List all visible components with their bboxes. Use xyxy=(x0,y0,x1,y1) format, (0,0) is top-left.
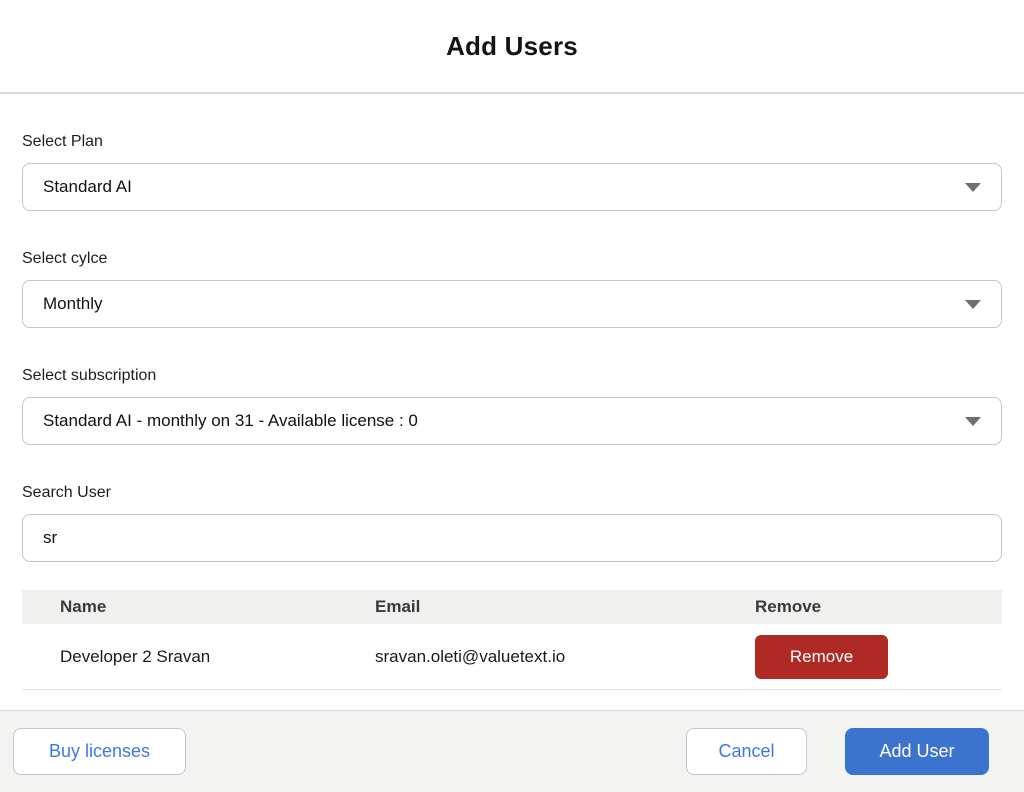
field-group-plan: Select Plan Standard AI xyxy=(22,132,1002,211)
chevron-down-icon xyxy=(965,417,981,426)
user-name-cell: Developer 2 Sravan xyxy=(22,647,375,667)
search-user-input[interactable] xyxy=(22,514,1002,562)
select-cycle-label: Select cylce xyxy=(22,249,1002,268)
user-remove-cell: Remove xyxy=(755,635,1002,679)
chevron-down-icon xyxy=(965,300,981,309)
select-plan-value: Standard AI xyxy=(43,177,132,197)
table-row: Developer 2 Sravan sravan.oleti@valuetex… xyxy=(22,624,1002,690)
dialog-title: Add Users xyxy=(446,31,578,62)
select-cycle-dropdown[interactable]: Monthly xyxy=(22,280,1002,328)
dialog-body: Select Plan Standard AI Select cylce Mon… xyxy=(0,94,1024,710)
field-group-cycle: Select cylce Monthly xyxy=(22,249,1002,328)
remove-user-button[interactable]: Remove xyxy=(755,635,888,679)
select-plan-dropdown[interactable]: Standard AI xyxy=(22,163,1002,211)
user-table: Name Email Remove Developer 2 Sravan sra… xyxy=(22,590,1002,690)
add-user-button[interactable]: Add User xyxy=(845,728,989,775)
select-subscription-dropdown[interactable]: Standard AI - monthly on 31 - Available … xyxy=(22,397,1002,445)
cancel-button[interactable]: Cancel xyxy=(686,728,807,775)
field-group-subscription: Select subscription Standard AI - monthl… xyxy=(22,366,1002,445)
select-subscription-label: Select subscription xyxy=(22,366,1002,385)
dialog-header: Add Users xyxy=(0,0,1024,94)
column-header-remove: Remove xyxy=(755,597,1002,617)
select-cycle-value: Monthly xyxy=(43,294,103,314)
dialog-footer: Buy licenses Cancel Add User xyxy=(0,710,1024,792)
select-subscription-value: Standard AI - monthly on 31 - Available … xyxy=(43,411,418,431)
field-group-search: Search User xyxy=(22,483,1002,562)
select-plan-label: Select Plan xyxy=(22,132,1002,151)
column-header-email: Email xyxy=(375,597,755,617)
buy-licenses-button[interactable]: Buy licenses xyxy=(13,728,186,775)
column-header-name: Name xyxy=(22,597,375,617)
table-header-row: Name Email Remove xyxy=(22,590,1002,624)
user-email-cell: sravan.oleti@valuetext.io xyxy=(375,647,755,667)
chevron-down-icon xyxy=(965,183,981,192)
search-user-label: Search User xyxy=(22,483,1002,502)
